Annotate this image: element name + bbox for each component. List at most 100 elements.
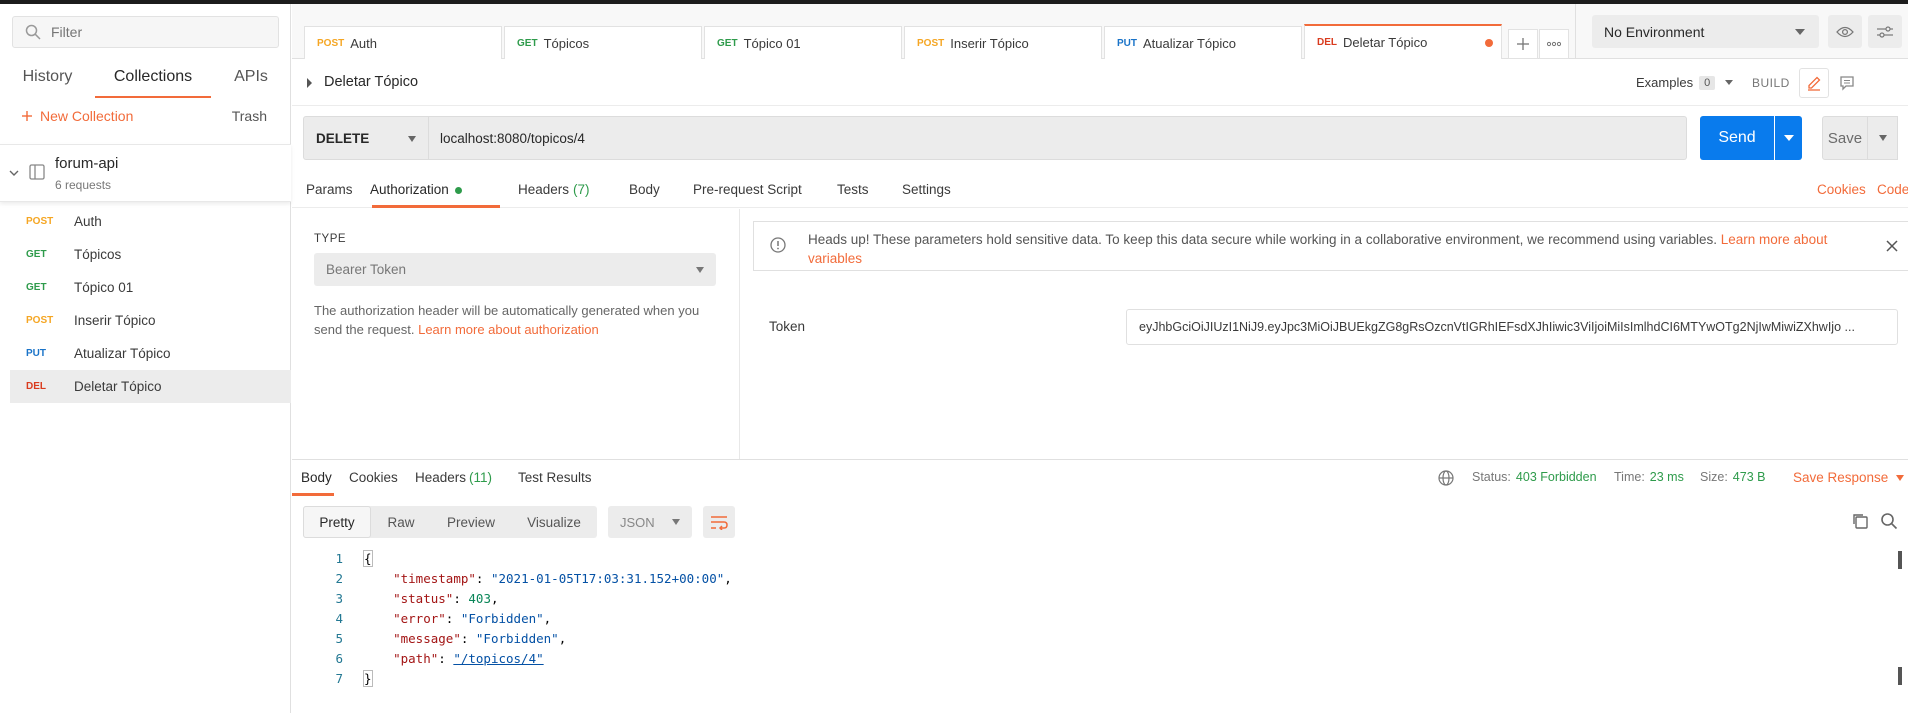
chevron-down-icon[interactable] xyxy=(8,167,20,179)
format-raw[interactable]: Raw xyxy=(371,506,431,538)
tab-params[interactable]: Params xyxy=(306,182,353,197)
globe-icon[interactable] xyxy=(1438,470,1454,486)
more-icon xyxy=(1547,41,1561,47)
request-name: Tópico 01 xyxy=(74,280,134,295)
caret-right-icon[interactable] xyxy=(307,78,312,88)
save-button[interactable]: Save xyxy=(1822,116,1868,160)
send-button[interactable]: Send xyxy=(1700,116,1774,160)
token-input[interactable]: eyJhbGciOiJIUzI1NiJ9.eyJpc3MiOiJBUEkgZG8… xyxy=(1126,309,1898,345)
info-icon xyxy=(770,237,786,253)
request-name: Atualizar Tópico xyxy=(74,346,171,361)
response-tab-body[interactable]: Body xyxy=(301,470,332,485)
time-value[interactable]: 23 ms xyxy=(1650,470,1684,484)
manage-environments-button[interactable] xyxy=(1868,15,1902,48)
trash-button[interactable]: Trash xyxy=(232,108,267,124)
language-select[interactable]: JSON xyxy=(608,506,692,538)
new-collection-button[interactable]: New Collection xyxy=(22,108,133,124)
examples-dropdown[interactable]: Examples 0 xyxy=(1636,75,1734,90)
environment-quick-look-button[interactable] xyxy=(1828,15,1862,48)
tab-label: Auth xyxy=(350,35,377,51)
tab-tests[interactable]: Tests xyxy=(837,182,869,197)
request-tab[interactable]: POST Inserir Tópico xyxy=(904,26,1102,59)
time-info: Time: 23 ms xyxy=(1614,470,1684,484)
size-info: Size: 473 B xyxy=(1700,470,1765,484)
url-input[interactable]: localhost:8080/topicos/4 xyxy=(429,116,1687,160)
send-options-button[interactable] xyxy=(1775,116,1802,160)
environment-select[interactable]: No Environment xyxy=(1592,15,1819,48)
code-line: 1{ xyxy=(303,549,1893,569)
wrap-lines-button[interactable] xyxy=(703,506,735,538)
more-tabs-button[interactable] xyxy=(1539,29,1569,59)
edit-button[interactable] xyxy=(1799,68,1829,98)
caret-down-icon xyxy=(408,136,416,142)
search-icon[interactable] xyxy=(1880,512,1898,530)
tab-label: Atualizar Tópico xyxy=(1143,35,1236,51)
auth-type-select[interactable]: Bearer Token xyxy=(314,253,716,286)
request-title-bar: Deletar Tópico Examples 0 BUILD xyxy=(292,60,1908,106)
status-value[interactable]: 403 Forbidden xyxy=(1516,470,1597,484)
learn-more-authorization-link[interactable]: Learn more about authorization xyxy=(418,322,599,337)
request-tab[interactable]: GET Tópico 01 xyxy=(704,26,902,59)
active-tab-underline xyxy=(292,493,334,496)
request-tab[interactable]: POST Auth xyxy=(304,26,502,59)
editor-scrollbar[interactable] xyxy=(1898,549,1902,709)
sidebar-request[interactable]: PUT Atualizar Tópico xyxy=(10,337,291,370)
tab-settings[interactable]: Settings xyxy=(902,182,951,197)
json-link-value[interactable]: "/topicos/4" xyxy=(453,651,543,666)
tab-authorization[interactable]: Authorization xyxy=(370,182,462,197)
response-tab-test-results[interactable]: Test Results xyxy=(518,470,592,485)
sidebar-request[interactable]: POST Inserir Tópico xyxy=(10,304,291,337)
comment-icon xyxy=(1840,76,1854,91)
save-options-button[interactable] xyxy=(1868,116,1898,160)
method-select[interactable]: DELETE xyxy=(303,116,429,160)
tab-headers-label: Headers xyxy=(518,182,570,197)
close-icon[interactable] xyxy=(1884,238,1900,254)
heads-up-message: Heads up! These parameters hold sensitiv… xyxy=(808,232,1717,247)
tab-history[interactable]: History xyxy=(0,60,95,98)
unsaved-dot xyxy=(1485,39,1493,47)
method-badge: DEL xyxy=(1317,37,1337,48)
request-subtabs: Params Authorization Headers (7) Body Pre… xyxy=(292,170,1908,208)
cookies-link[interactable]: Cookies xyxy=(1817,182,1866,197)
request-tab-active[interactable]: DEL Deletar Tópico xyxy=(1304,24,1502,59)
tab-apis[interactable]: APIs xyxy=(211,60,291,98)
build-mode-label[interactable]: BUILD xyxy=(1752,76,1790,90)
sidebar-request[interactable]: GET Tópico 01 xyxy=(10,271,291,304)
caret-down-icon xyxy=(1783,135,1794,141)
format-visualize[interactable]: Visualize xyxy=(511,506,597,538)
collection-forum-api[interactable]: forum-api 6 requests xyxy=(0,144,291,202)
status-info: Status: 403 Forbidden xyxy=(1472,470,1597,484)
heads-up-text: Heads up! These parameters hold sensitiv… xyxy=(808,230,1858,268)
sidebar-request[interactable]: GET Tópicos xyxy=(10,238,291,271)
code-line: 5 "message": "Forbidden", xyxy=(303,629,1893,649)
code-link[interactable]: Code xyxy=(1877,182,1908,197)
response-tab-cookies[interactable]: Cookies xyxy=(349,470,398,485)
tab-headers[interactable]: Headers (7) xyxy=(518,182,590,197)
comments-button[interactable] xyxy=(1832,68,1862,98)
postman-app: History Collections APIs New Collection … xyxy=(0,0,1908,713)
scrollbar-thumb[interactable] xyxy=(1898,551,1902,569)
sidebar-request[interactable]: POST Auth xyxy=(10,205,291,238)
response-body-editor[interactable]: 1{ 2 "timestamp": "2021-01-05T17:03:31.1… xyxy=(303,549,1893,709)
response-tab-headers[interactable]: Headers (11) xyxy=(415,470,492,485)
format-pretty[interactable]: Pretty xyxy=(303,506,371,538)
tab-collections[interactable]: Collections xyxy=(95,60,211,98)
request-tab[interactable]: PUT Atualizar Tópico xyxy=(1104,26,1302,59)
new-tab-button[interactable] xyxy=(1508,29,1538,59)
method-badge: DEL xyxy=(26,381,46,392)
filter-box[interactable] xyxy=(12,16,279,48)
sliders-icon xyxy=(1877,25,1893,38)
scrollbar-thumb[interactable] xyxy=(1898,667,1902,685)
request-tab[interactable]: GET Tópicos xyxy=(504,26,702,59)
size-value[interactable]: 473 B xyxy=(1733,470,1766,484)
request-title[interactable]: Deletar Tópico xyxy=(324,74,418,90)
environment-bar: No Environment xyxy=(1575,4,1908,59)
filter-input[interactable] xyxy=(51,24,251,40)
tab-pre-request-script[interactable]: Pre-request Script xyxy=(693,182,802,197)
sidebar-request[interactable]: DEL Deletar Tópico xyxy=(10,370,291,403)
tab-body[interactable]: Body xyxy=(629,182,660,197)
copy-icon[interactable] xyxy=(1851,512,1869,530)
open-brace: { xyxy=(363,550,373,567)
save-response-button[interactable]: Save Response xyxy=(1793,470,1905,485)
format-preview[interactable]: Preview xyxy=(431,506,511,538)
